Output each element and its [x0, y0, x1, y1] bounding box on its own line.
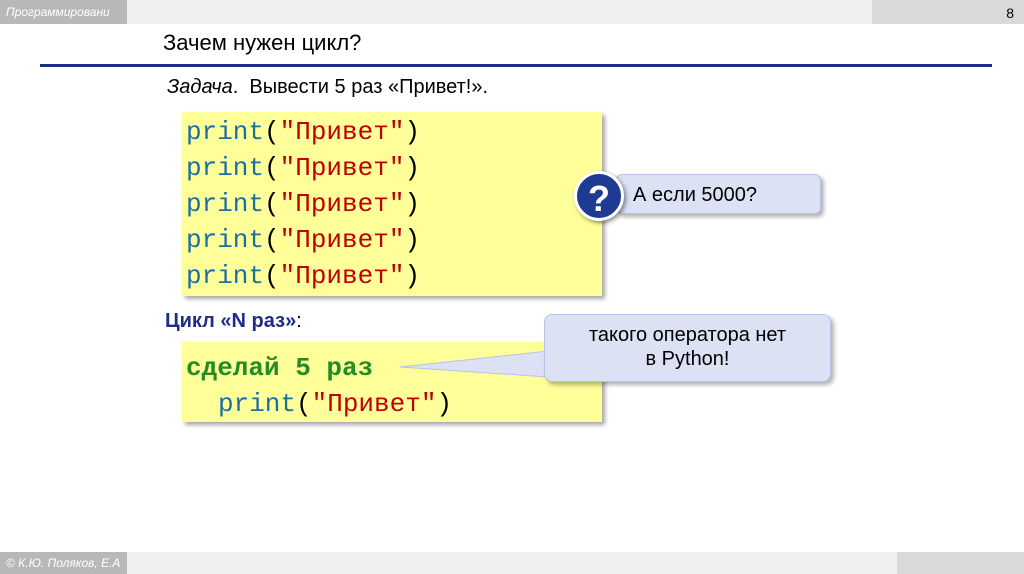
code-string: "Привет"	[279, 225, 405, 255]
code-keyword: print	[186, 153, 265, 183]
code-paren: (	[264, 225, 280, 255]
code-line: print("Привет")	[186, 114, 602, 150]
header-bar: Программировани 8	[0, 0, 1024, 24]
header-bar-right: 8	[872, 0, 1024, 24]
code-block-print: print("Привет") print("Привет") print("П…	[182, 112, 602, 296]
title-underline	[40, 64, 992, 67]
code-keyword: print	[186, 261, 265, 291]
code-paren: (	[296, 389, 312, 419]
code-paren: (	[264, 189, 280, 219]
code-line: print("Привет")	[186, 258, 602, 294]
code-paren: )	[436, 389, 453, 419]
footer-author: © К.Ю. Поляков, Е.А	[0, 552, 127, 574]
code-paren: (	[264, 117, 280, 147]
task-statement: Задача. Вывести 5 раз «Привет!».	[167, 76, 488, 99]
slide-title: Зачем нужен цикл?	[163, 30, 362, 55]
code-paren: )	[404, 117, 421, 147]
question-callout: А если 5000?	[616, 174, 821, 214]
code-paren: )	[404, 225, 421, 255]
code-paren: (	[264, 261, 280, 291]
code-paren: (	[264, 153, 280, 183]
question-icon: ?	[574, 171, 624, 221]
note-callout: такого оператора нет в Python!	[544, 314, 831, 382]
note-callout-line1: такого оператора нет	[588, 324, 787, 346]
footer-bar-middle	[127, 552, 897, 574]
cycle-heading-bold: Цикл «N раз»	[165, 310, 297, 332]
cycle-heading: Цикл «N раз»:	[165, 310, 302, 333]
code-string: "Привет"	[279, 153, 405, 183]
code-line: print("Привет")	[186, 150, 602, 186]
note-callout-line2: в Python!	[645, 348, 730, 370]
task-label-dot: .	[232, 76, 239, 98]
code-string: "Привет"	[279, 117, 405, 147]
code-paren: )	[404, 189, 421, 219]
code-loop-keyword: сделай 5 раз	[186, 353, 374, 383]
code-string: "Привет"	[311, 389, 437, 419]
header-bar-middle	[127, 0, 872, 24]
cycle-heading-colon: :	[296, 310, 302, 332]
course-name: Программировани	[0, 0, 127, 24]
footer-bar: © К.Ю. Поляков, Е.А	[0, 552, 1024, 574]
task-label: Задача	[167, 76, 233, 98]
code-string: "Привет"	[279, 261, 405, 291]
code-keyword: print	[218, 389, 297, 419]
code-keyword: print	[186, 117, 265, 147]
code-string: "Привет"	[279, 189, 405, 219]
footer-bar-right	[897, 552, 1024, 574]
callout-pointer	[400, 350, 549, 378]
code-paren: )	[404, 261, 421, 291]
code-keyword: print	[186, 189, 265, 219]
code-paren: )	[404, 153, 421, 183]
code-line: print("Привет")	[186, 222, 602, 258]
code-line: print("Привет")	[186, 186, 602, 222]
task-text: Вывести 5 раз «Привет!».	[249, 76, 489, 98]
code-keyword: print	[186, 225, 265, 255]
code-line: print("Привет")	[186, 386, 602, 422]
question-callout-text: А если 5000?	[633, 184, 758, 206]
slide-number: 8	[1006, 5, 1014, 21]
